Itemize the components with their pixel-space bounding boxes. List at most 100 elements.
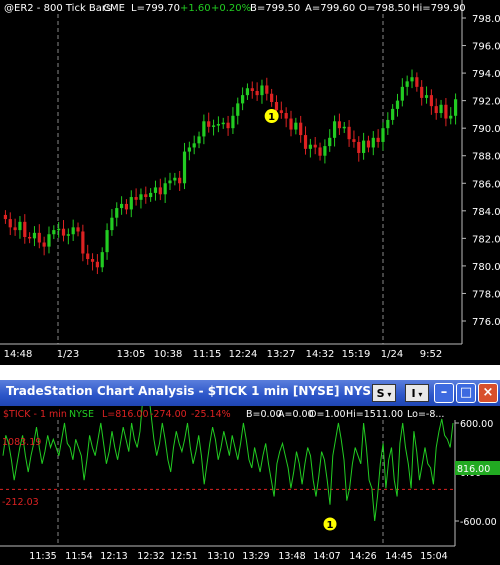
candle-body xyxy=(366,140,371,148)
price-ask: A=799.60 xyxy=(305,3,355,14)
candle-body xyxy=(391,108,395,120)
price-y-tick-label: 778.00 xyxy=(472,289,500,300)
candle-body xyxy=(90,259,95,262)
candle-body xyxy=(18,221,22,231)
candle-body xyxy=(274,102,279,111)
candle-body xyxy=(163,183,167,195)
maximize-button[interactable]: □ xyxy=(456,383,476,403)
candle-body xyxy=(47,234,51,247)
close-icon: × xyxy=(482,385,494,400)
candle-body xyxy=(260,85,264,96)
tick-chart-window[interactable]: TradeStation Chart Analysis - $TICK 1 mi… xyxy=(0,380,500,565)
candle-body xyxy=(342,126,346,129)
price-y-tick-label: 782.00 xyxy=(472,234,500,245)
candle-body xyxy=(153,187,158,193)
candle-body xyxy=(216,124,220,126)
price-y-tick-label: 792.00 xyxy=(472,97,500,108)
candle-body xyxy=(236,103,240,116)
tick-x-tick-label: 13:10 xyxy=(207,551,234,562)
candle-body xyxy=(57,228,61,231)
candle-body xyxy=(289,118,293,130)
price-y-tick-label: 790.00 xyxy=(472,124,500,135)
tick-window-titlebar[interactable]: TradeStation Chart Analysis - $TICK 1 mi… xyxy=(0,380,500,406)
tick-x-tick-label: 15:04 xyxy=(420,551,447,562)
last-value-label: 816.00 xyxy=(457,464,490,475)
candle-body xyxy=(371,137,375,148)
candle-body xyxy=(32,232,37,239)
tick-x-tick-label: 12:32 xyxy=(137,551,164,562)
candle-body xyxy=(294,122,298,130)
candle-body xyxy=(182,151,187,184)
candle-body xyxy=(362,140,366,153)
price-x-tick-label: 14:48 xyxy=(4,349,33,360)
candle-body xyxy=(100,252,104,268)
price-symbol: @ER2 - 800 Tick Bars xyxy=(4,3,111,14)
candle-body xyxy=(245,88,250,96)
chevron-down-icon: ▾ xyxy=(415,390,423,399)
tick-window-title: TradeStation Chart Analysis - $TICK 1 mi… xyxy=(6,384,398,398)
price-x-tick-label: 14:32 xyxy=(306,349,335,360)
candle-body xyxy=(284,113,288,119)
symbol-link-button[interactable]: S ▾ xyxy=(372,384,396,402)
candle-body xyxy=(8,219,12,228)
tick-x-tick-label: 14:07 xyxy=(313,551,340,562)
candle-body xyxy=(139,194,143,200)
tick-x-tick-label: 13:29 xyxy=(242,551,269,562)
candle-body xyxy=(207,121,211,127)
candle-body xyxy=(76,227,80,232)
candle-body xyxy=(110,217,114,231)
candle-body xyxy=(124,203,129,210)
tick-y-tick-label: 600.00 xyxy=(460,419,493,430)
candle-body xyxy=(241,95,245,104)
price-y-tick-label: 798.00 xyxy=(472,14,500,25)
tick-marker-label: 1 xyxy=(327,520,334,531)
candle-body xyxy=(23,221,27,237)
candle-body xyxy=(439,104,443,114)
candle-body xyxy=(144,194,148,198)
price-x-tick-label: 10:38 xyxy=(154,349,183,360)
candle-body xyxy=(226,122,230,129)
candle-body xyxy=(337,121,342,129)
close-button[interactable]: × xyxy=(478,383,498,403)
tick-y-tick-label: -600.00 xyxy=(460,517,497,528)
price-y-tick-label: 776.00 xyxy=(472,317,500,328)
candle-body xyxy=(3,214,8,220)
price-exchange: CME xyxy=(103,3,125,14)
price-markers: 1 xyxy=(264,109,279,124)
candle-body xyxy=(61,228,66,236)
price-bid: B=799.50 xyxy=(250,3,300,14)
candle-body xyxy=(81,231,85,254)
tick-change-pct: -25.14% xyxy=(191,409,231,420)
candle-body xyxy=(71,227,75,235)
price-y-tick-label: 788.00 xyxy=(472,152,500,163)
tick-chart[interactable]: 1 1,200.00600.000.00-600.00 11:3511:5412… xyxy=(0,406,500,565)
candle-body xyxy=(395,100,400,109)
maximize-icon: □ xyxy=(459,385,473,400)
price-open: O=798.50 xyxy=(359,3,410,14)
candle-body xyxy=(400,86,404,101)
minimize-button[interactable]: – xyxy=(434,383,454,403)
tick-symbol: $TICK - 1 min xyxy=(3,409,67,420)
price-x-tick-label: 12:24 xyxy=(229,349,258,360)
candle-body xyxy=(303,135,308,149)
candle-body xyxy=(250,88,254,91)
price-marker-label: 1 xyxy=(268,112,275,123)
candle-body xyxy=(265,85,269,94)
candle-body xyxy=(149,192,153,198)
candle-body xyxy=(318,147,322,156)
ref-low-label: -212.03 xyxy=(2,497,39,508)
candle-body xyxy=(420,86,424,98)
candle-body xyxy=(410,77,414,82)
tick-x-tick-label: 12:13 xyxy=(100,551,127,562)
price-y-tick-label: 786.00 xyxy=(472,179,500,190)
candle-body xyxy=(328,137,332,147)
candle-body xyxy=(357,141,361,153)
tick-x-tick-label: 13:48 xyxy=(278,551,305,562)
tick-x-tick-label: 14:26 xyxy=(349,551,376,562)
price-x-tick-label: 1/24 xyxy=(381,349,403,360)
candle-body xyxy=(308,144,312,149)
price-chart[interactable]: 1 798.00 796.00 794.00 792.00 790.00 788.00 78… xyxy=(0,0,500,365)
candle-body xyxy=(347,126,351,140)
indicator-button[interactable]: I ▾ xyxy=(405,384,429,402)
candle-body xyxy=(429,95,433,107)
